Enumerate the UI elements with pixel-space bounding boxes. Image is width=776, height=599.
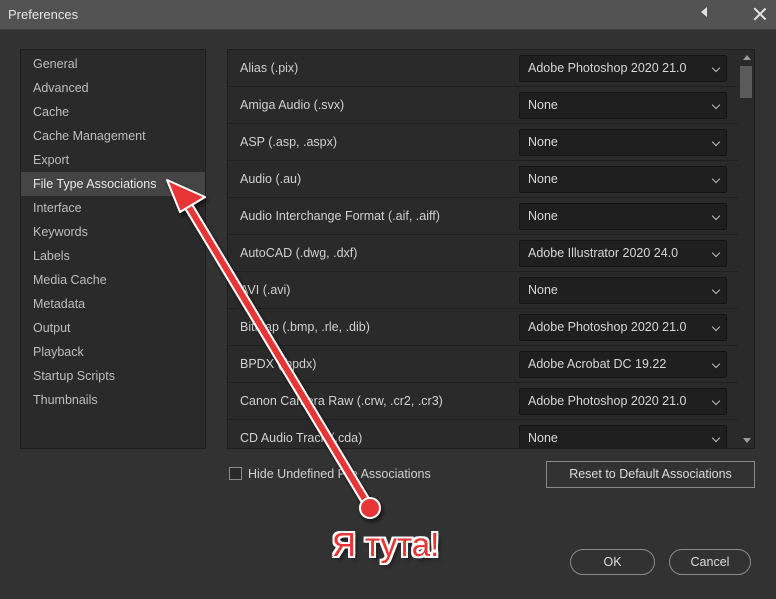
chevron-down-icon <box>711 396 721 406</box>
file-format-label: Audio Interchange Format (.aif, .aiff) <box>240 209 440 223</box>
sidebar-item-keywords[interactable]: Keywords <box>21 220 205 244</box>
chevron-down-icon <box>711 359 721 369</box>
dropdown-value: None <box>528 209 558 223</box>
file-format-label: AVI (.avi) <box>240 283 291 297</box>
file-format-label: BPDX (.bpdx) <box>240 357 317 371</box>
sidebar-item-output[interactable]: Output <box>21 316 205 340</box>
file-associations-list: Alias (.pix) Adobe Photoshop 2020 21.0 A… <box>227 49 755 449</box>
dropdown-value: Adobe Illustrator 2020 24.0 <box>528 246 679 260</box>
association-row: AVI (.avi) None <box>228 272 738 309</box>
association-dropdown[interactable]: None <box>519 203 727 230</box>
dropdown-value: None <box>528 283 558 297</box>
sidebar-item-metadata[interactable]: Metadata <box>21 292 205 316</box>
panel-menu-arrow-icon[interactable] <box>701 7 707 17</box>
association-dropdown[interactable]: Adobe Photoshop 2020 21.0 <box>519 55 727 82</box>
association-dropdown[interactable]: None <box>519 277 727 304</box>
sidebar-item-file-type-associations[interactable]: File Type Associations <box>21 172 205 196</box>
annotation-label: Я тута! <box>332 526 440 563</box>
sidebar-item-export[interactable]: Export <box>21 148 205 172</box>
file-format-label: CD Audio Track (.cda) <box>240 431 363 445</box>
sidebar-item-interface[interactable]: Interface <box>21 196 205 220</box>
chevron-down-icon <box>711 248 721 258</box>
chevron-down-icon <box>711 433 721 443</box>
dropdown-value: None <box>528 98 558 112</box>
association-row: Amiga Audio (.svx) None <box>228 87 738 124</box>
association-dropdown[interactable]: None <box>519 92 727 119</box>
file-format-label: AutoCAD (.dwg, .dxf) <box>240 246 358 260</box>
association-row: BPDX (.bpdx) Adobe Acrobat DC 19.22 <box>228 346 738 383</box>
sidebar-item-cache[interactable]: Cache <box>21 100 205 124</box>
dropdown-value: Adobe Photoshop 2020 21.0 <box>528 394 687 408</box>
association-dropdown[interactable]: None <box>519 166 727 193</box>
dropdown-value: Adobe Acrobat DC 19.22 <box>528 357 667 371</box>
sidebar-item-advanced[interactable]: Advanced <box>21 76 205 100</box>
close-icon[interactable] <box>750 4 770 24</box>
sidebar-item-cache-management[interactable]: Cache Management <box>21 124 205 148</box>
scrollbar-thumb[interactable] <box>740 66 752 98</box>
cancel-button[interactable]: Cancel <box>669 549 751 575</box>
dropdown-value: Adobe Photoshop 2020 21.0 <box>528 61 687 75</box>
hide-undefined-checkbox[interactable] <box>229 467 242 480</box>
sidebar-item-playback[interactable]: Playback <box>21 340 205 364</box>
association-row: CD Audio Track (.cda) None <box>228 420 738 448</box>
association-dropdown[interactable]: None <box>519 425 727 448</box>
association-dropdown[interactable]: Adobe Photoshop 2020 21.0 <box>519 314 727 341</box>
association-row: Bitmap (.bmp, .rle, .dib) Adobe Photosho… <box>228 309 738 346</box>
window-title: Preferences <box>8 7 79 22</box>
sidebar-item-labels[interactable]: Labels <box>21 244 205 268</box>
association-dropdown[interactable]: Adobe Illustrator 2020 24.0 <box>519 240 727 267</box>
association-dropdown[interactable]: None <box>519 129 727 156</box>
file-format-label: Alias (.pix) <box>240 61 299 75</box>
sidebar-item-thumbnails[interactable]: Thumbnails <box>21 388 205 412</box>
chevron-down-icon <box>711 174 721 184</box>
association-row: Alias (.pix) Adobe Photoshop 2020 21.0 <box>228 50 738 87</box>
dropdown-value: Adobe Photoshop 2020 21.0 <box>528 320 687 334</box>
dropdown-value: None <box>528 135 558 149</box>
hide-undefined-label[interactable]: Hide Undefined File Associations <box>248 467 431 481</box>
association-row: AutoCAD (.dwg, .dxf) Adobe Illustrator 2… <box>228 235 738 272</box>
chevron-down-icon <box>711 322 721 332</box>
file-format-label: Audio (.au) <box>240 172 302 186</box>
sidebar-item-general[interactable]: General <box>21 52 205 76</box>
scroll-up-icon[interactable] <box>743 55 751 60</box>
association-dropdown[interactable]: Adobe Photoshop 2020 21.0 <box>519 388 727 415</box>
file-format-label: Amiga Audio (.svx) <box>240 98 345 112</box>
reset-associations-button[interactable]: Reset to Default Associations <box>546 461 755 488</box>
chevron-down-icon <box>711 137 721 147</box>
association-dropdown[interactable]: Adobe Acrobat DC 19.22 <box>519 351 727 378</box>
sidebar-item-media-cache[interactable]: Media Cache <box>21 268 205 292</box>
dropdown-value: None <box>528 172 558 186</box>
ok-button[interactable]: OK <box>570 549 655 575</box>
scroll-down-icon[interactable] <box>743 438 751 443</box>
chevron-down-icon <box>711 100 721 110</box>
chevron-down-icon <box>711 285 721 295</box>
file-format-label: Bitmap (.bmp, .rle, .dib) <box>240 320 370 334</box>
file-format-label: Canon Camera Raw (.crw, .cr2, .cr3) <box>240 394 443 408</box>
list-scrollbar[interactable] <box>738 50 754 448</box>
association-row: Audio (.au) None <box>228 161 738 198</box>
dropdown-value: None <box>528 431 558 445</box>
preferences-sidebar: General Advanced Cache Cache Management … <box>20 49 206 449</box>
association-row: ASP (.asp, .aspx) None <box>228 124 738 161</box>
association-row: Audio Interchange Format (.aif, .aiff) N… <box>228 198 738 235</box>
file-format-label: ASP (.asp, .aspx) <box>240 135 338 149</box>
sidebar-item-startup-scripts[interactable]: Startup Scripts <box>21 364 205 388</box>
title-bar: Preferences <box>0 0 776 30</box>
chevron-down-icon <box>711 211 721 221</box>
chevron-down-icon <box>711 63 721 73</box>
association-row: Canon Camera Raw (.crw, .cr2, .cr3) Adob… <box>228 383 738 420</box>
